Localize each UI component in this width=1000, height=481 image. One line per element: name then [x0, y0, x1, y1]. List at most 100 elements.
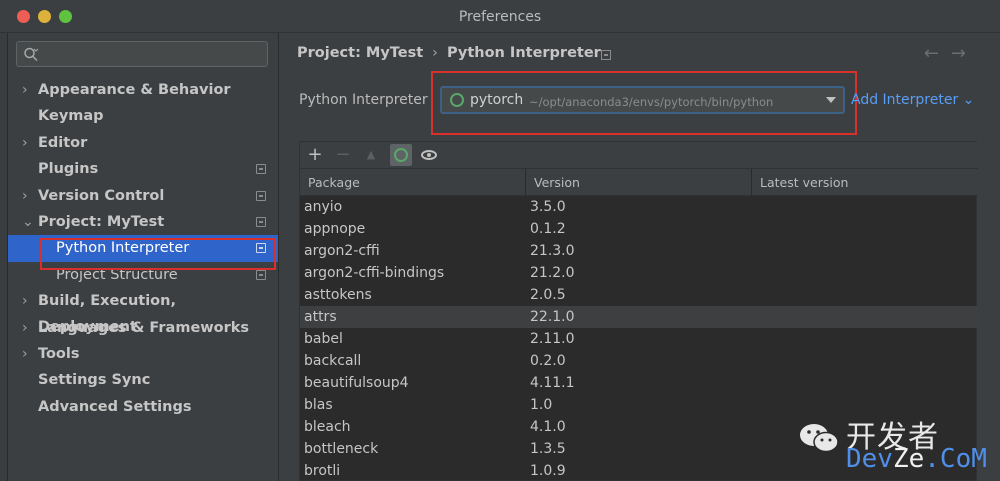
version-cell: 2.11.0 [530, 331, 575, 347]
sidebar-item-languages-frameworks[interactable]: › Languages & Frameworks [8, 315, 278, 341]
version-cell: 2.0.5 [530, 287, 566, 303]
chevron-icon[interactable]: › [22, 315, 28, 341]
watermark-en-com: .CoM [924, 444, 987, 474]
sidebar-item-label: Project: MyTest [38, 213, 165, 230]
table-row[interactable]: anyio 3.5.0 [300, 196, 978, 218]
highlight-box-python-interpreter [40, 238, 276, 270]
sidebar-item-label: Version Control [38, 187, 165, 204]
breadcrumb-project[interactable]: Project: MyTest [297, 45, 423, 61]
column-header-version[interactable]: Version [526, 169, 752, 196]
sidebar-item-label: Keymap [38, 108, 104, 125]
breadcrumb-separator: › [432, 45, 438, 61]
table-row[interactable]: appnope 0.1.2 [300, 218, 978, 240]
package-cell: asttokens [304, 287, 372, 303]
chevron-icon[interactable]: ⌄ [22, 209, 34, 235]
eye-icon [421, 150, 437, 160]
sidebar-item-label: Settings Sync [38, 372, 151, 389]
watermark-en-dev: Dev [846, 444, 893, 474]
watermark-en: DevZe.CoM [846, 444, 987, 474]
package-cell: anyio [304, 199, 343, 215]
search-icon [24, 47, 39, 62]
package-cell: bottleneck [304, 441, 379, 457]
upgrade-package-button[interactable]: ▲ [360, 144, 382, 166]
table-row[interactable]: asttokens 2.0.5 [300, 284, 978, 306]
version-cell: 3.5.0 [530, 199, 566, 215]
sidebar-item-label: Tools [38, 345, 80, 362]
chevron-icon[interactable]: › [22, 130, 28, 156]
sidebar-item-settings-sync[interactable]: Settings Sync [8, 367, 278, 393]
sidebar-item-label: Languages & Frameworks [38, 319, 250, 336]
package-cell: beautifulsoup4 [304, 375, 409, 391]
sidebar-item-build-execution-deployment[interactable]: › Build, Execution, Deployment [8, 288, 278, 335]
package-cell: babel [304, 331, 343, 347]
sidebar-item-plugins[interactable]: Plugins [8, 156, 278, 182]
project-scope-icon [256, 269, 266, 280]
add-package-button[interactable]: + [304, 144, 326, 166]
version-cell: 1.0 [530, 397, 553, 413]
version-cell: 0.2.0 [530, 353, 566, 369]
chevron-icon[interactable]: › [22, 341, 28, 367]
table-row[interactable]: argon2-cffi-bindings 21.2.0 [300, 262, 978, 284]
table-row[interactable]: backcall 0.2.0 [300, 350, 978, 372]
package-cell: appnope [304, 221, 366, 237]
sidebar-item-label: Plugins [38, 161, 99, 178]
version-cell: 22.1.0 [530, 309, 575, 325]
wechat-logo-icon [800, 424, 839, 453]
project-scope-icon [256, 216, 266, 227]
package-cell: argon2-cffi-bindings [304, 265, 445, 281]
interpreter-name: pytorch [470, 92, 524, 108]
project-scope-icon [601, 50, 611, 60]
breadcrumb: Project: MyTest › Python Interpreter [297, 45, 601, 61]
sidebar-item-label: Advanced Settings [38, 398, 192, 415]
sidebar-item-label: Appearance & Behavior [38, 82, 231, 98]
chevron-icon[interactable]: › [22, 288, 28, 314]
sidebar-item-appearance-behavior[interactable]: › Appearance & Behavior [8, 77, 278, 103]
table-row[interactable]: attrs 22.1.0 [300, 306, 978, 328]
settings-search-input[interactable] [16, 41, 268, 67]
interpreter-select[interactable]: pytorch ~/opt/anaconda3/envs/pytorch/bin… [440, 86, 845, 114]
forward-arrow-icon[interactable]: → [951, 43, 978, 64]
watermark-en-ze: Ze [892, 444, 925, 474]
version-cell: 4.1.0 [530, 419, 566, 435]
remove-package-button[interactable]: − [332, 144, 354, 166]
window-title: Preferences [458, 9, 542, 25]
version-cell: 4.11.1 [530, 375, 575, 391]
table-row[interactable]: babel 2.11.0 [300, 328, 978, 350]
package-cell: argon2-cffi [304, 243, 380, 259]
column-header-package[interactable]: Package [300, 169, 526, 196]
table-row[interactable]: argon2-cffi 21.3.0 [300, 240, 978, 262]
title-bar: Preferences [0, 0, 1000, 33]
version-cell: 1.0.9 [530, 463, 566, 479]
interpreter-label: Python Interpreter [299, 92, 428, 108]
back-arrow-icon[interactable]: ← [924, 43, 951, 64]
column-header-latest[interactable]: Latest version [752, 169, 978, 196]
sidebar-item-project-mytest[interactable]: ⌄ Project: MyTest [8, 209, 278, 235]
chevron-icon[interactable]: › [22, 77, 28, 103]
sidebar-item-editor[interactable]: › Editor [8, 130, 278, 156]
table-header: Package Version Latest version [300, 169, 978, 196]
show-early-releases-button[interactable] [418, 144, 440, 166]
sidebar-item-advanced-settings[interactable]: Advanced Settings [8, 394, 278, 420]
use-conda-button[interactable] [390, 144, 412, 166]
sidebar-item-label: Editor [38, 134, 88, 151]
version-cell: 21.3.0 [530, 243, 575, 259]
version-cell: 1.3.5 [530, 441, 566, 457]
interpreter-path: ~/opt/anaconda3/envs/pytorch/bin/python [529, 95, 774, 109]
sidebar-item-tools[interactable]: › Tools [8, 341, 278, 367]
project-scope-icon [256, 190, 266, 201]
packages-toolbar: + − ▲ [300, 142, 978, 169]
package-cell: attrs [304, 309, 337, 325]
dropdown-arrow-icon [826, 97, 836, 103]
add-interpreter-link[interactable]: Add Interpreter ⌄ [851, 92, 974, 108]
package-cell: bleach [304, 419, 351, 435]
sidebar-item-version-control[interactable]: › Version Control [8, 183, 278, 209]
conda-env-icon [450, 93, 464, 107]
chevron-icon[interactable]: › [22, 183, 28, 209]
left-edge-strip [0, 33, 8, 481]
table-row[interactable]: beautifulsoup4 4.11.1 [300, 372, 978, 394]
package-cell: backcall [304, 353, 362, 369]
breadcrumb-page: Python Interpreter [446, 45, 601, 61]
version-cell: 21.2.0 [530, 265, 575, 281]
sidebar-item-keymap[interactable]: Keymap [8, 103, 278, 129]
watermark: 开发者 DevZe.CoM [798, 412, 996, 478]
